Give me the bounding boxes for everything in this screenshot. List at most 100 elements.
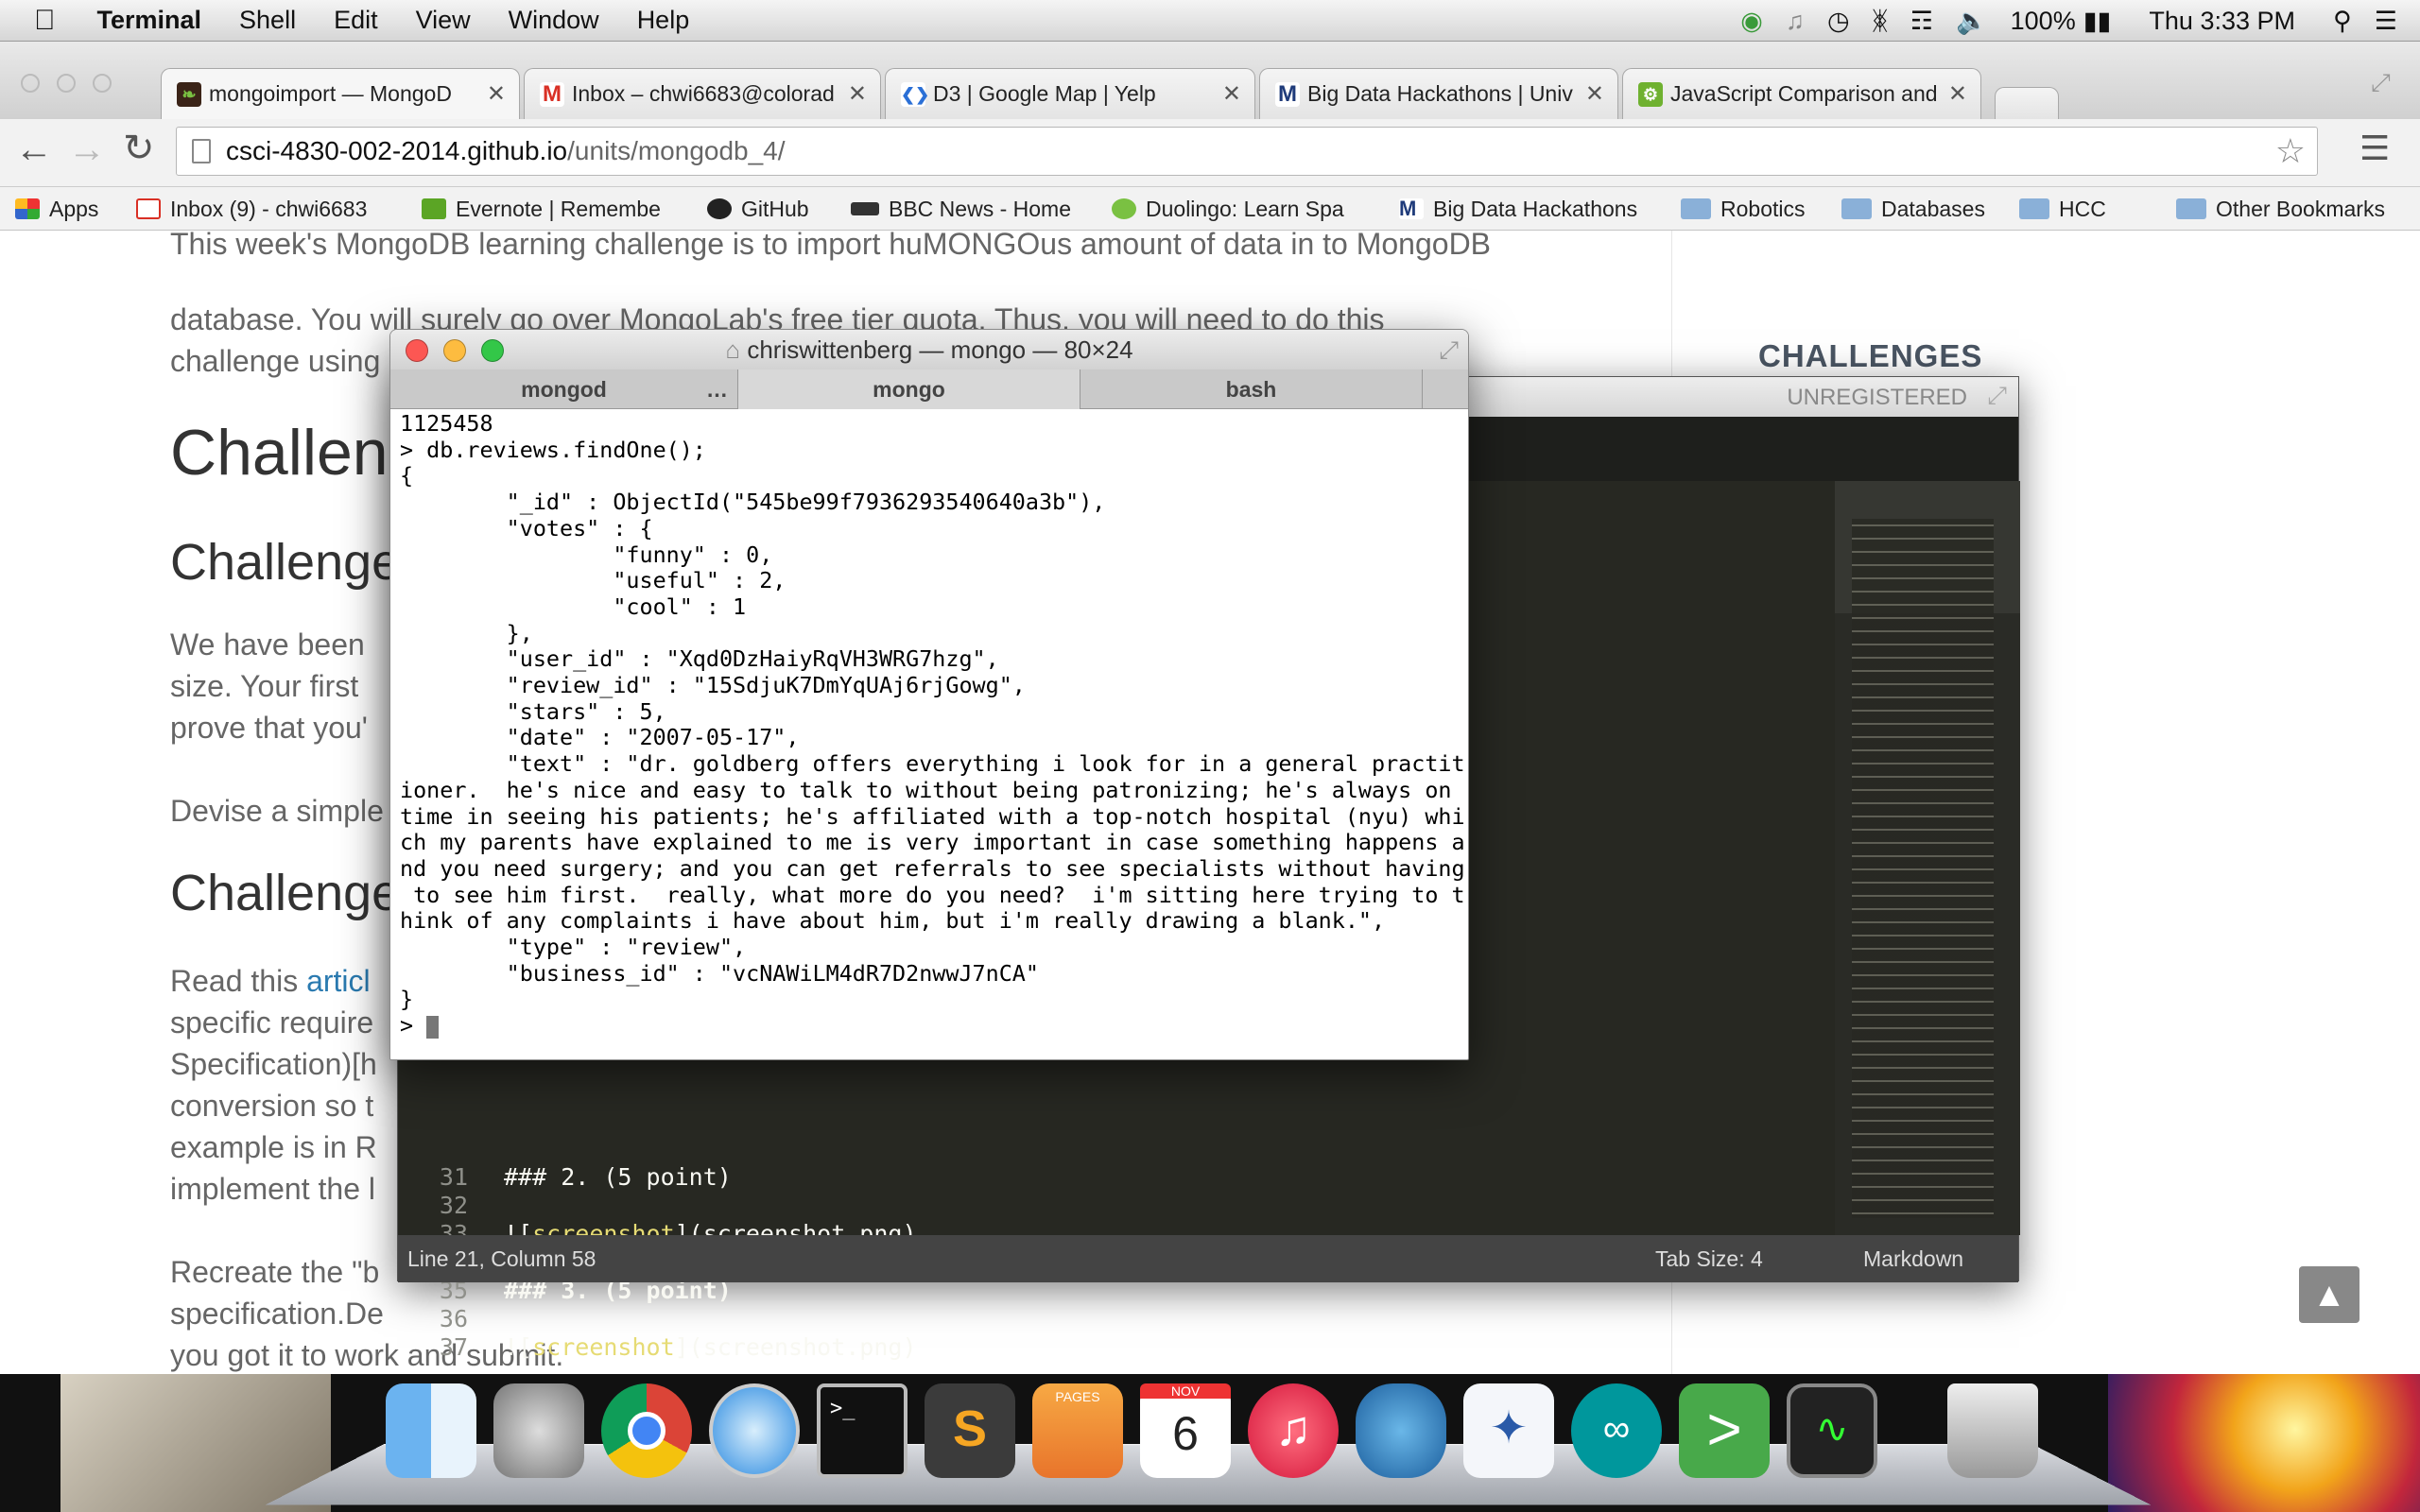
menu-window[interactable]: Window [490,6,618,35]
sublime-text-icon[interactable]: S [925,1383,1015,1478]
tableau-icon[interactable]: ✦ [1463,1383,1554,1478]
terminal-tab-mongod[interactable]: mongod… [390,369,738,409]
close-tab-icon[interactable]: ✕ [848,80,867,108]
bookmark-apps[interactable]: Apps [15,187,98,231]
bookmark-folder-databases[interactable]: Databases [1841,187,1985,231]
finder-icon[interactable] [386,1383,476,1478]
challenge-1-heading: Challenge [170,534,401,591]
volume-icon[interactable]: 🔈 [1956,6,1988,36]
bookmark-folder-hcc[interactable]: HCC [2019,187,2106,231]
pages-icon[interactable]: PAGES [1032,1383,1123,1478]
terminal-tab-bash[interactable]: bash [1080,369,1423,409]
line-number: 37 [439,1333,468,1361]
home-folder-icon: ⌂ [725,335,748,364]
chrome-menu-icon[interactable]: ☰ [2360,129,2390,168]
tab-d3-google-map[interactable]: ❮❯ D3 | Google Map | Yelp ✕ [885,68,1255,119]
menu-help[interactable]: Help [618,6,709,35]
bookmark-star-icon[interactable]: ☆ [2275,128,2306,175]
close-tab-icon[interactable]: ✕ [1222,80,1241,108]
minimize-button[interactable] [443,339,466,362]
notification-center-icon[interactable]: ☰ [2375,7,2397,36]
bookmark-duolingo[interactable]: Duolingo: Learn Spa [1112,187,1344,231]
tab-label: mongod [521,377,607,402]
jsperf-icon: ⚙ [1638,81,1663,107]
tab-size-selector[interactable]: Tab Size: 4 [1655,1235,1763,1282]
bookmark-evernote[interactable]: Evernote | Remembe [422,187,661,231]
new-tab-button[interactable] [1995,87,2059,119]
mongodb-leaf-icon: ❧ [177,81,201,107]
close-tab-icon[interactable]: ✕ [1585,80,1604,108]
bookmark-other-bookmarks[interactable]: Other Bookmarks [2176,187,2385,231]
calendar-icon[interactable]: NOV 6 [1140,1383,1231,1478]
battery-icon[interactable]: ▮▮ [2083,7,2112,36]
evernote-icon [422,198,446,219]
apple-menu-icon[interactable]:  [0,5,75,37]
tab-javascript-comparison[interactable]: ⚙ JavaScript Comparison and ✕ [1622,68,1981,119]
bookmark-folder-robotics[interactable]: Robotics [1681,187,1805,231]
terminal-icon[interactable]: >_ [817,1383,908,1478]
bookmark-label: Apps [49,196,99,221]
wifi-icon[interactable]: ☶ [1910,7,1933,36]
fullscreen-icon[interactable]: ⤢ [1439,330,1459,369]
minimap[interactable] [1835,481,2020,1235]
bookmark-big-data-hackathons[interactable]: M Big Data Hackathons [1399,187,1637,231]
battery-percent[interactable]: 100% [2011,7,2076,36]
browser-toolbar: ← → ↻ csci-4830-002-2014.github.io/units… [0,119,2420,187]
bookmark-inbox[interactable]: Inbox (9) - chwi6683 [136,187,367,231]
terminal-tab-mongo[interactable]: mongo [738,369,1080,409]
paragraph-4-line: specification.De [170,1297,384,1331]
tab-big-data-hackathons[interactable]: M Big Data Hackathons | Univ ✕ [1259,68,1618,119]
menubar-clock[interactable]: Thu 3:33 PM [2149,7,2295,36]
code-token: ](screenshot.png) [674,1333,917,1361]
activity-monitor-icon[interactable]: ∿ [1787,1383,1877,1478]
forward-arrow-icon[interactable]: → [68,129,106,171]
scroll-to-top-button[interactable]: ▲ [2299,1266,2360,1323]
paragraph-3-line: example is in R [170,1130,377,1164]
terminal-window: ⌂ chriswittenberg — mongo — 80×24 ⤢ mong… [389,329,1469,1060]
spotlight-search-icon[interactable]: ⚲ [2333,7,2352,36]
menu-edit[interactable]: Edit [315,6,397,35]
close-tab-icon[interactable]: ✕ [487,80,506,108]
close-tab-icon[interactable]: ✕ [1948,80,1967,108]
bookmark-github[interactable]: GitHub [707,187,809,231]
sequel-pro-icon[interactable] [1356,1383,1446,1478]
bluetooth-icon[interactable]: ᛤ [1873,7,1888,36]
menu-shell[interactable]: Shell [220,6,315,35]
bookmark-label: BBC News - Home [889,196,1071,221]
terminal-output[interactable]: 1125458 > db.reviews.findOne(); { "_id" … [400,410,1465,1059]
address-bar[interactable]: csci-4830-002-2014.github.io/units/mongo… [176,127,2318,176]
itunes-icon[interactable]: ♫ [1248,1383,1339,1478]
close-window-light[interactable] [21,74,40,93]
zoom-window-light[interactable] [93,74,112,93]
menu-bar:  Terminal Shell Edit View Window Help ◉… [0,0,2420,42]
paragraph-3-text: Read this [170,964,307,998]
paragraph-3-line: Read this articl [170,960,371,1002]
trash-icon[interactable] [1947,1383,2038,1478]
arduino-icon[interactable]: ∞ [1571,1383,1662,1478]
notification-bell-icon[interactable]: ♫ [1786,7,1805,36]
reload-icon[interactable]: ↻ [123,127,155,170]
minimize-window-light[interactable] [57,74,76,93]
tab-inbox[interactable]: M Inbox – chwi6683@colorad ✕ [524,68,881,119]
bookmark-bbc-news[interactable]: BBC News - Home [851,187,1071,231]
bookmark-label: Duolingo: Learn Spa [1146,196,1344,221]
chrome-icon[interactable] [601,1383,692,1478]
aptana-shell-icon[interactable]: > [1679,1383,1770,1478]
close-button[interactable] [406,339,428,362]
fullscreen-icon[interactable]: ⤢ [1987,381,2007,411]
zoom-button[interactable] [481,339,504,362]
duolingo-icon [1112,198,1136,219]
fullscreen-icon[interactable]: ⤢ [2371,68,2391,98]
back-arrow-icon[interactable]: ← [15,129,53,171]
menu-view[interactable]: View [397,6,490,35]
tab-label: Inbox – chwi6683@colorad [572,81,835,106]
tab-mongoimport[interactable]: ❧ mongoimport — MongoD ✕ [161,68,520,119]
time-machine-icon[interactable]: ◷ [1827,7,1850,36]
safari-icon[interactable] [709,1383,800,1478]
syntax-selector[interactable]: Markdown [1863,1235,1963,1282]
chrome-center-icon [628,1412,666,1450]
evernote-status-icon[interactable]: ◉ [1740,7,1763,36]
article-link[interactable]: articl [306,964,371,998]
system-preferences-icon[interactable] [493,1383,584,1478]
menu-app-terminal[interactable]: Terminal [75,6,221,35]
